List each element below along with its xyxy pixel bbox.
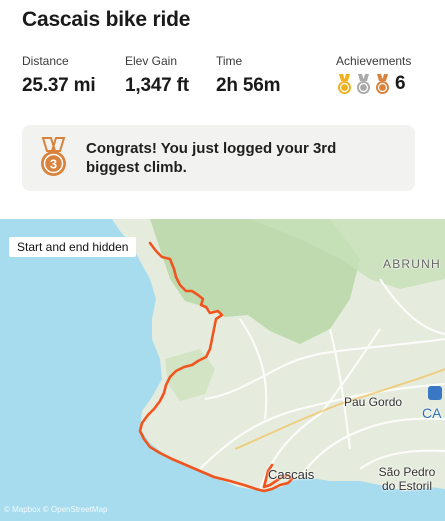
stat-distance-label: Distance <box>22 54 69 68</box>
stat-distance: Distance 25.37 mi <box>22 54 96 97</box>
start-end-hidden-label: Start and end hidden <box>9 237 137 257</box>
stat-elevation-label: Elev Gain <box>125 54 178 68</box>
bronze-medal-icon: 3 <box>41 137 66 176</box>
map-place-pau-gordo: Pau Gordo <box>344 395 403 409</box>
gold-medal-icon <box>338 74 351 94</box>
stat-distance-value: 25.37 mi <box>22 75 96 96</box>
stat-achievements[interactable]: Achievements 6 <box>336 54 411 95</box>
achievement-medals[interactable]: 6 <box>336 73 411 95</box>
stats-row: Distance 25.37 mi Elev Gain 1,347 ft Tim… <box>22 54 417 98</box>
bronze-medal-icon <box>376 74 389 94</box>
route-map[interactable]: Start and end hidden ABRUNH Pau Gordo Ca… <box>0 219 445 521</box>
achievement-count: 6 <box>395 73 406 94</box>
stat-elevation-value: 1,347 ft <box>125 75 189 96</box>
congrats-message: Congrats! You just logged your 3rd bigge… <box>86 140 337 176</box>
airport-icon <box>428 386 442 400</box>
stat-time-label: Time <box>216 54 243 68</box>
stat-achievements-label: Achievements <box>336 54 412 68</box>
silver-medal-icon <box>357 74 370 94</box>
stat-elevation: Elev Gain 1,347 ft <box>125 54 189 97</box>
map-place-cascais: Cascais <box>268 467 315 482</box>
map-place-ca: CA <box>422 405 442 421</box>
map-attribution[interactable]: © Mapbox © OpenStreetMap <box>4 505 107 514</box>
stat-time: Time 2h 56m <box>216 54 280 97</box>
map-place-abrunh: ABRUNH <box>383 257 441 271</box>
medal-number: 3 <box>50 157 57 172</box>
map-place-sao-pedro: São Pedro do Estoril <box>378 465 436 493</box>
activity-title: Cascais bike ride <box>22 8 191 31</box>
stat-time-value: 2h 56m <box>216 75 281 96</box>
congrats-card[interactable]: 3 Congrats! You just logged your 3rd big… <box>22 125 415 191</box>
